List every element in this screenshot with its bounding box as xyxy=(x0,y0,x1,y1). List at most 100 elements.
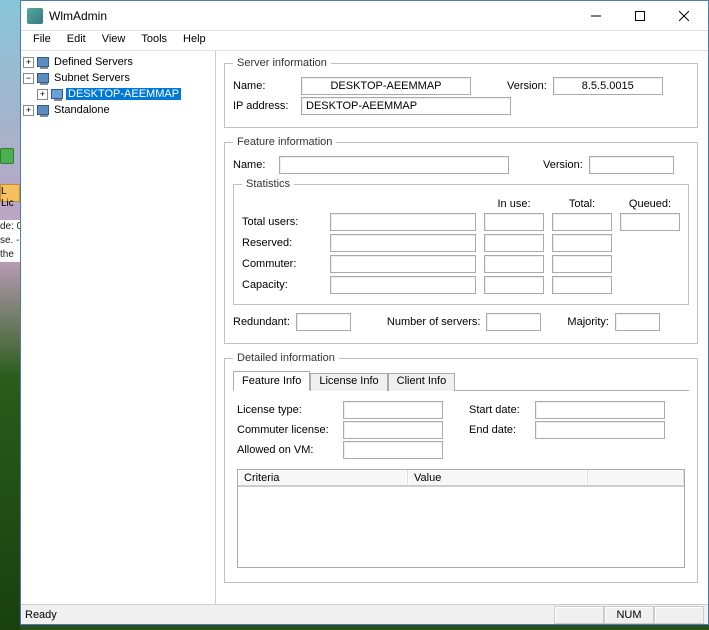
servers-icon xyxy=(36,55,50,69)
numservers-field xyxy=(486,313,541,331)
total-users-queued xyxy=(620,213,680,231)
redundant-field xyxy=(296,313,351,331)
start-date-field xyxy=(535,401,665,419)
feature-version-field xyxy=(589,156,674,174)
reserved-total xyxy=(552,234,612,252)
tab-content: License type: Start date: Commuter licen… xyxy=(233,391,689,572)
expand-icon[interactable]: + xyxy=(23,105,34,116)
inuse-header: In use: xyxy=(484,198,544,210)
capacity-inuse xyxy=(484,276,544,294)
expand-icon[interactable]: + xyxy=(23,57,34,68)
commuter-license-label: Commuter license: xyxy=(237,424,337,436)
menu-edit[interactable]: Edit xyxy=(59,31,94,50)
server-version-field: 8.5.5.0015 xyxy=(553,77,663,95)
server-info-group: Server information Name: DESKTOP-AEEMMAP… xyxy=(224,57,698,128)
menu-file[interactable]: File xyxy=(25,31,59,50)
version-label: Version: xyxy=(507,80,547,92)
tree-subnet-servers[interactable]: − Subnet Servers xyxy=(23,70,213,86)
total-users-field xyxy=(330,213,476,231)
tree-server-desktop-aeemmap[interactable]: + DESKTOP-AEEMMAP xyxy=(23,86,213,102)
end-date-label: End date: xyxy=(469,424,529,436)
menu-help[interactable]: Help xyxy=(175,31,214,50)
reserved-field xyxy=(330,234,476,252)
server-ip-field: DESKTOP-AEEMMAP xyxy=(301,97,511,115)
status-num: NUM xyxy=(604,606,654,624)
expand-icon[interactable]: + xyxy=(37,89,48,100)
feature-name-field xyxy=(279,156,509,174)
redundant-label: Redundant: xyxy=(233,316,290,328)
col-blank[interactable] xyxy=(588,470,684,486)
total-users-inuse xyxy=(484,213,544,231)
servers-icon xyxy=(36,103,50,117)
allowed-vm-label: Allowed on VM: xyxy=(237,444,337,456)
statusbar: Ready NUM xyxy=(21,604,708,624)
capacity-field xyxy=(330,276,476,294)
majority-field xyxy=(615,313,660,331)
bg-green-button xyxy=(0,148,14,164)
commuter-inuse xyxy=(484,255,544,273)
ip-label: IP address: xyxy=(233,100,295,112)
license-type-label: License type: xyxy=(237,404,337,416)
commuter-license-field xyxy=(343,421,443,439)
reserved-label: Reserved: xyxy=(242,237,322,249)
server-info-legend: Server information xyxy=(233,57,331,69)
bg-orange-box: L Lic xyxy=(0,184,20,202)
feature-info-legend: Feature information xyxy=(233,136,336,148)
menu-tools[interactable]: Tools xyxy=(133,31,175,50)
statistics-group: Statistics In use: Total: Queued: Total … xyxy=(233,178,689,305)
capacity-total xyxy=(552,276,612,294)
tree-pane[interactable]: + Defined Servers − Subnet Servers + DES… xyxy=(21,51,216,604)
status-blank2 xyxy=(654,606,704,624)
detail-tabs: Feature Info License Info Client Info xyxy=(233,370,689,391)
listview-body[interactable] xyxy=(238,487,684,567)
numservers-label: Number of servers: xyxy=(387,316,481,328)
titlebar: WlmAdmin xyxy=(21,1,708,31)
server-name-field: DESKTOP-AEEMMAP xyxy=(301,77,471,95)
feature-name-label: Name: xyxy=(233,159,273,171)
status-ready: Ready xyxy=(25,609,57,621)
detail-pane: Server information Name: DESKTOP-AEEMMAP… xyxy=(216,51,708,604)
menu-view[interactable]: View xyxy=(94,31,134,50)
tab-client-info[interactable]: Client Info xyxy=(388,373,456,391)
app-icon xyxy=(27,8,43,24)
end-date-field xyxy=(535,421,665,439)
detailed-info-legend: Detailed information xyxy=(233,352,339,364)
col-value[interactable]: Value xyxy=(408,470,588,486)
app-window: WlmAdmin File Edit View Tools Help + Def… xyxy=(20,0,709,625)
feature-info-group: Feature information Name: Version: Stati… xyxy=(224,136,698,344)
bg-text: de: 0 se. - the xyxy=(0,220,20,262)
start-date-label: Start date: xyxy=(469,404,529,416)
criteria-listview[interactable]: Criteria Value xyxy=(237,469,685,568)
listview-header: Criteria Value xyxy=(238,470,684,487)
close-button[interactable] xyxy=(662,2,706,30)
capacity-label: Capacity: xyxy=(242,279,322,291)
total-users-label: Total users: xyxy=(242,216,322,228)
window-title: WlmAdmin xyxy=(49,9,574,23)
statistics-legend: Statistics xyxy=(242,178,294,190)
server-icon xyxy=(50,87,64,101)
total-users-total xyxy=(552,213,612,231)
license-type-field xyxy=(343,401,443,419)
col-criteria[interactable]: Criteria xyxy=(238,470,408,486)
reserved-inuse xyxy=(484,234,544,252)
majority-label: Majority: xyxy=(567,316,609,328)
menubar: File Edit View Tools Help xyxy=(21,31,708,51)
status-blank xyxy=(554,606,604,624)
maximize-button[interactable] xyxy=(618,2,662,30)
detailed-info-group: Detailed information Feature Info Licens… xyxy=(224,352,698,583)
tree-defined-servers[interactable]: + Defined Servers xyxy=(23,54,213,70)
collapse-icon[interactable]: − xyxy=(23,73,34,84)
minimize-button[interactable] xyxy=(574,2,618,30)
tab-license-info[interactable]: License Info xyxy=(310,373,387,391)
total-header: Total: xyxy=(552,198,612,210)
tree-standalone[interactable]: + Standalone xyxy=(23,102,213,118)
queued-header: Queued: xyxy=(620,198,680,210)
commuter-total xyxy=(552,255,612,273)
feature-version-label: Version: xyxy=(543,159,583,171)
allowed-vm-field xyxy=(343,441,443,459)
tab-feature-info[interactable]: Feature Info xyxy=(233,371,310,391)
name-label: Name: xyxy=(233,80,295,92)
commuter-field xyxy=(330,255,476,273)
commuter-label: Commuter: xyxy=(242,258,322,270)
servers-icon xyxy=(36,71,50,85)
